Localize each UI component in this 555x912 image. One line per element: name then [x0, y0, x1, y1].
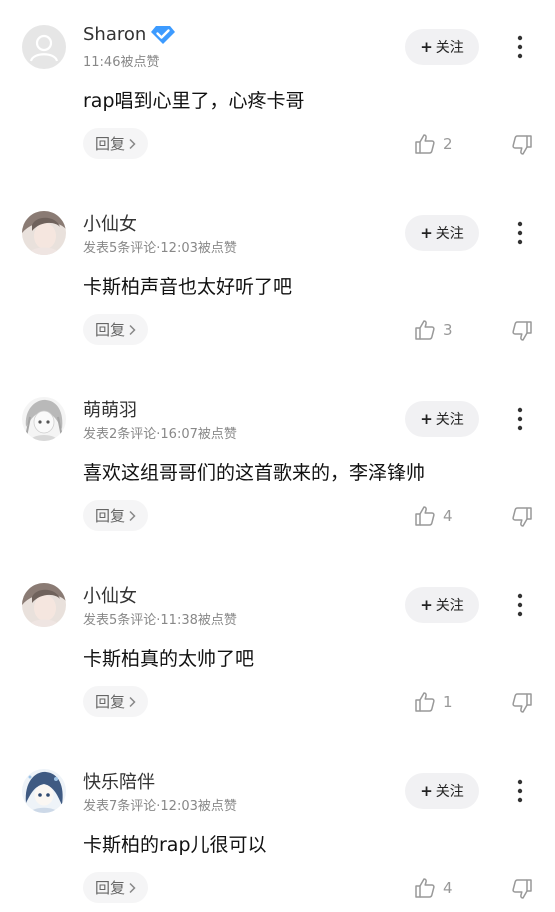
like-count: 4 — [443, 507, 453, 525]
plus-icon: + — [420, 224, 433, 242]
more-vertical-icon[interactable] — [510, 592, 530, 618]
follow-button[interactable]: + 关注 — [405, 773, 479, 809]
anime-blue-avatar — [22, 769, 66, 813]
plus-icon: + — [420, 596, 433, 614]
thumb-down-icon[interactable] — [510, 319, 534, 343]
comment-text: rap唱到心里了，心疼卡哥 — [83, 90, 305, 112]
anime-avatar — [22, 397, 66, 441]
username[interactable]: Sharon — [83, 24, 146, 45]
more-vertical-icon[interactable] — [510, 778, 530, 804]
thumb-up-icon — [415, 692, 435, 712]
reply-label: 回复 — [95, 135, 126, 153]
reply-button[interactable]: 回复 — [83, 314, 149, 345]
comment-item: 小仙女 发表5条评论·11:38被点赞 + 关注 卡斯柏真的太帅了吧 回复 1 — [0, 558, 555, 744]
comment-text: 卡斯柏真的太帅了吧 — [83, 648, 255, 670]
comment-item: Sharon 11:46被点赞 + 关注 rap唱到心里了，心疼卡哥 回复 2 — [0, 0, 555, 186]
comment-item: 小仙女 发表5条评论·12:03被点赞 + 关注 卡斯柏声音也太好听了吧 回复 … — [0, 186, 555, 372]
username[interactable]: 小仙女 — [83, 210, 137, 236]
avatar[interactable] — [22, 211, 66, 255]
more-vertical-icon[interactable] — [510, 406, 530, 432]
chevron-right-icon — [129, 510, 136, 521]
thumb-up-icon — [415, 320, 435, 340]
follow-label: 关注 — [435, 412, 464, 428]
reply-label: 回复 — [95, 693, 126, 711]
follow-button[interactable]: + 关注 — [405, 215, 479, 251]
plus-icon: + — [420, 38, 433, 56]
user-photo-avatar — [22, 211, 66, 255]
like-count: 2 — [443, 135, 453, 153]
username[interactable]: 快乐陪伴 — [83, 768, 155, 794]
reply-button[interactable]: 回复 — [83, 872, 149, 903]
comment-text: 喜欢这组哥哥们的这首歌来的，李泽锋帅 — [83, 462, 426, 484]
like-count: 1 — [443, 693, 453, 711]
follow-label: 关注 — [435, 40, 464, 56]
avatar[interactable] — [22, 769, 66, 813]
thumb-down-icon[interactable] — [510, 691, 534, 715]
reply-label: 回复 — [95, 321, 126, 339]
comment-meta: 发表2条评论·16:07被点赞 — [83, 427, 237, 442]
username[interactable]: 萌萌羽 — [83, 396, 137, 422]
comment-meta: 发表5条评论·12:03被点赞 — [83, 241, 237, 256]
follow-button[interactable]: + 关注 — [405, 401, 479, 437]
thumb-up-icon — [415, 878, 435, 898]
reply-button[interactable]: 回复 — [83, 128, 149, 159]
thumb-up-icon — [415, 506, 435, 526]
comment-item: 萌萌羽 发表2条评论·16:07被点赞 + 关注 喜欢这组哥哥们的这首歌来的，李… — [0, 372, 555, 558]
avatar[interactable] — [22, 583, 66, 627]
reply-button[interactable]: 回复 — [83, 500, 149, 531]
more-vertical-icon[interactable] — [510, 220, 530, 246]
follow-label: 关注 — [435, 226, 464, 242]
follow-label: 关注 — [435, 598, 464, 614]
comment-text: 卡斯柏声音也太好听了吧 — [83, 276, 293, 298]
follow-button[interactable]: + 关注 — [405, 587, 479, 623]
thumb-up-icon — [415, 134, 435, 154]
comment-feed: Sharon 11:46被点赞 + 关注 rap唱到心里了，心疼卡哥 回复 2 — [0, 0, 555, 912]
like-button[interactable]: 4 — [413, 504, 453, 528]
follow-button[interactable]: + 关注 — [405, 29, 479, 65]
username[interactable]: 小仙女 — [83, 582, 137, 608]
like-button[interactable]: 2 — [413, 132, 453, 156]
comment-meta: 11:46被点赞 — [83, 55, 160, 70]
chevron-right-icon — [129, 882, 136, 893]
chevron-right-icon — [129, 324, 136, 335]
like-count: 4 — [443, 879, 453, 897]
like-count: 3 — [443, 321, 453, 339]
chevron-right-icon — [129, 138, 136, 149]
user-photo-avatar — [22, 583, 66, 627]
thumb-down-icon[interactable] — [510, 133, 534, 157]
thumb-down-icon[interactable] — [510, 877, 534, 901]
like-button[interactable]: 1 — [413, 690, 453, 714]
avatar[interactable] — [22, 397, 66, 441]
like-button[interactable]: 4 — [413, 876, 453, 900]
comment-meta: 发表7条评论·12:03被点赞 — [83, 799, 237, 814]
verified-diamond-icon — [151, 26, 175, 44]
reply-label: 回复 — [95, 879, 126, 897]
plus-icon: + — [420, 410, 433, 428]
comment-text: 卡斯柏的rap儿很可以 — [83, 834, 267, 856]
follow-label: 关注 — [435, 784, 464, 800]
thumb-down-icon[interactable] — [510, 505, 534, 529]
comment-meta: 发表5条评论·11:38被点赞 — [83, 613, 237, 628]
plus-icon: + — [420, 782, 433, 800]
chevron-right-icon — [129, 696, 136, 707]
more-vertical-icon[interactable] — [510, 34, 530, 60]
comment-item: 快乐陪伴 发表7条评论·12:03被点赞 + 关注 卡斯柏的rap儿很可以 回复… — [0, 744, 555, 912]
reply-button[interactable]: 回复 — [83, 686, 149, 717]
avatar[interactable] — [22, 25, 66, 69]
default-avatar-icon — [22, 25, 66, 69]
like-button[interactable]: 3 — [413, 318, 453, 342]
reply-label: 回复 — [95, 507, 126, 525]
